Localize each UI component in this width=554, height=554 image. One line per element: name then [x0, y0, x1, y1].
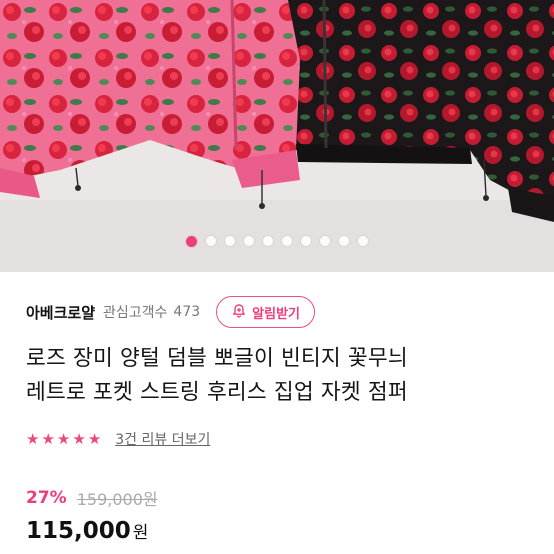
price-unit: 원 [132, 523, 149, 543]
gallery-dot[interactable] [358, 236, 368, 246]
product-photo [0, 0, 554, 272]
rating-row: ★ ★ ★ ★ ★ 3건 리뷰 더보기 [26, 428, 210, 450]
discount-row: 27% 159,000원 [26, 487, 158, 509]
discount-rate: 27% [26, 488, 67, 508]
notify-button-label: 알림받기 [252, 305, 300, 321]
favorites-count: 473 [173, 304, 201, 320]
review-link[interactable]: 3건 리뷰 더보기 [115, 429, 210, 449]
gallery-dot[interactable] [339, 236, 349, 246]
notify-button[interactable]: 알림받기 [216, 296, 315, 328]
star-icon: ★ [26, 429, 40, 448]
star-icon: ★ [41, 429, 55, 448]
gallery-dot[interactable] [244, 236, 254, 246]
original-price: 159,000원 [76, 490, 158, 509]
favorites-label: 관심고객수 [103, 305, 168, 321]
product-title: 로즈 장미 양털 덤블 뽀글이 빈티지 꽃무늬 레트로 포켓 스트링 후리스 집… [26, 342, 536, 410]
gallery-pagination[interactable] [0, 234, 554, 248]
gallery-dot[interactable] [263, 236, 273, 246]
star-icon: ★ [87, 429, 102, 448]
seller-row: 아베크로얄 관심고객수 473 알림받기 [26, 295, 534, 329]
star-icon: ★ [56, 429, 71, 448]
bell-plus-icon [231, 303, 247, 322]
gallery-dot[interactable] [206, 236, 216, 246]
gallery-dot[interactable] [301, 236, 311, 246]
gallery-dot[interactable] [282, 236, 292, 246]
rating-stars: ★ ★ ★ ★ ★ [26, 429, 102, 448]
product-title-line-1: 로즈 장미 양털 덤블 뽀글이 빈티지 꽃무늬 [26, 346, 408, 371]
gallery-dot[interactable] [320, 236, 330, 246]
gallery-dot[interactable] [225, 236, 235, 246]
product-title-line-2: 레트로 포켓 스트링 후리스 집업 자켓 점퍼 [26, 380, 408, 405]
sale-price: 115,000 [26, 518, 131, 544]
star-icon: ★ [72, 429, 86, 448]
price-row: 115,000 원 [26, 518, 148, 548]
seller-name[interactable]: 아베크로얄 [26, 302, 95, 323]
product-image-gallery[interactable] [0, 0, 554, 272]
gallery-dot[interactable] [186, 235, 197, 247]
